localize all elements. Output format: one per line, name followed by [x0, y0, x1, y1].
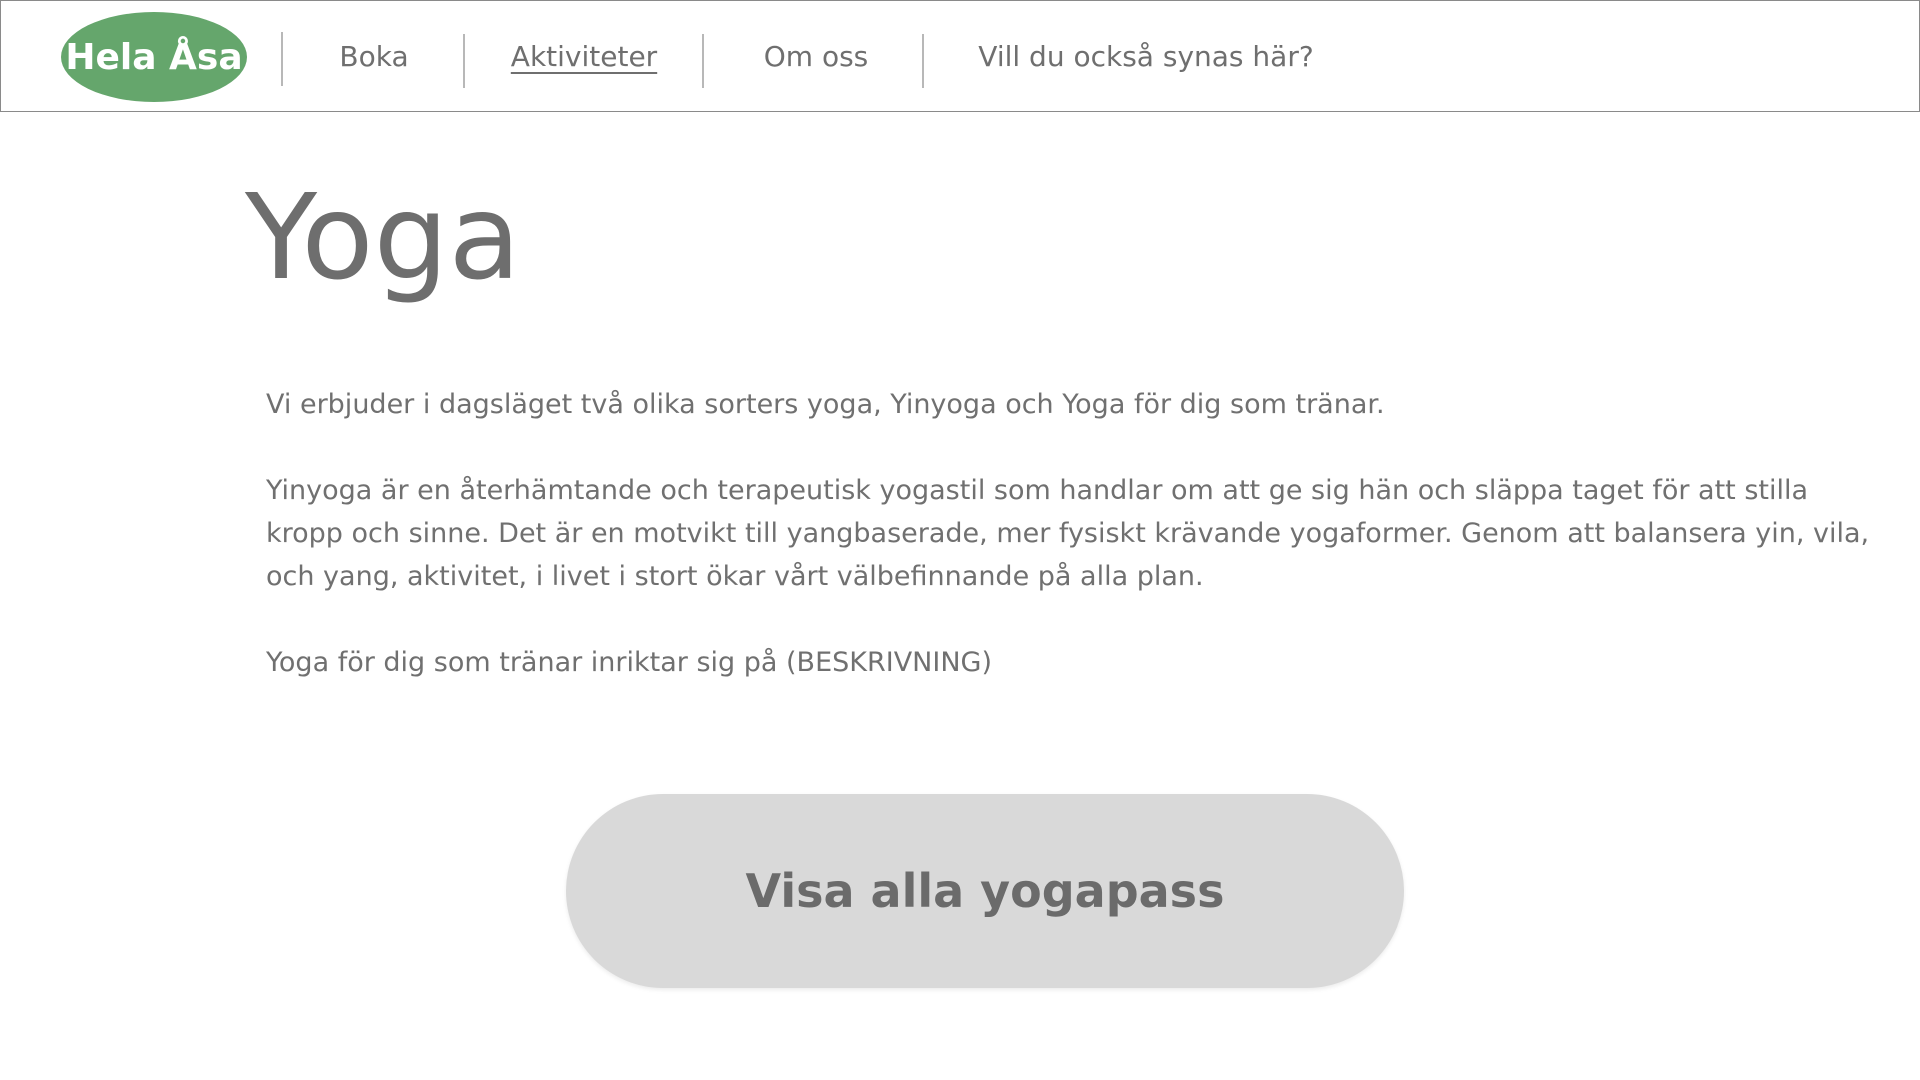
top-navigation-bar: Hela Åsa Boka Aktiviteter Om oss Vill du… — [0, 0, 1920, 112]
nav-divider — [922, 34, 924, 88]
nav-item-om-oss[interactable]: Om oss — [726, 1, 906, 111]
nav-item-aktiviteter[interactable]: Aktiviteter — [483, 1, 685, 111]
site-logo[interactable]: Hela Åsa — [61, 12, 247, 102]
content-section: Vi erbjuder i dagsläget två olika sorter… — [266, 383, 1876, 684]
nav-divider — [281, 32, 283, 86]
page: Hela Åsa Boka Aktiviteter Om oss Vill du… — [0, 0, 1920, 1080]
nav-item-boka[interactable]: Boka — [303, 1, 445, 111]
nav-item-vill-du-ocksa-synas-har[interactable]: Vill du också synas här? — [961, 1, 1331, 111]
intro-paragraph: Vi erbjuder i dagsläget två olika sorter… — [266, 389, 1385, 420]
training-yoga-paragraph: Yoga för dig som tränar inriktar sig på … — [266, 647, 992, 678]
yinyoga-paragraph: Yinyoga är en återhämtande och terapeuti… — [266, 475, 1870, 592]
page-title: Yoga — [245, 168, 521, 306]
show-all-yoga-classes-button[interactable]: Visa alla yogapass — [566, 794, 1404, 988]
nav-divider — [463, 34, 465, 88]
nav-divider — [702, 34, 704, 88]
